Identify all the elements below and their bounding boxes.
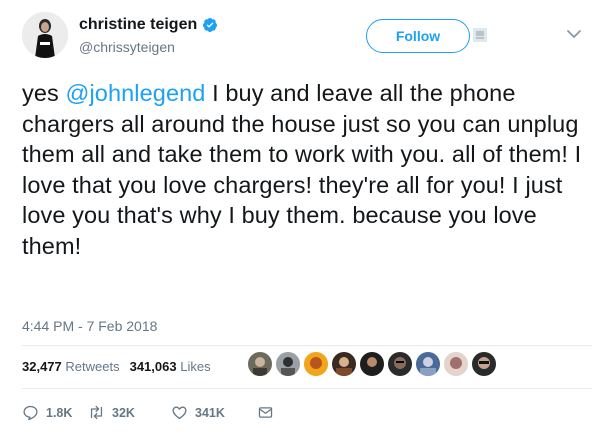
avatar[interactable] bbox=[22, 12, 68, 58]
liker-avatar[interactable] bbox=[444, 352, 468, 376]
liker-avatar[interactable] bbox=[360, 352, 384, 376]
liker-avatars bbox=[248, 352, 496, 376]
liker-avatar[interactable] bbox=[472, 352, 496, 376]
follow-button[interactable]: Follow bbox=[366, 19, 470, 53]
liker-avatar[interactable] bbox=[388, 352, 412, 376]
likes-label: Likes bbox=[180, 359, 211, 374]
handle[interactable]: @chrissyteigen bbox=[79, 39, 175, 55]
tweet-text-rest: I buy and leave all the phone chargers a… bbox=[22, 80, 582, 259]
verified-badge-icon bbox=[203, 18, 218, 32]
divider-bottom bbox=[22, 388, 592, 389]
liker-avatar[interactable] bbox=[248, 352, 272, 376]
retweets-label: Retweets bbox=[65, 359, 120, 374]
likes-count: 341,063 bbox=[129, 359, 177, 374]
tweet-stats: 32,477 Retweets 341,063 Likes bbox=[22, 359, 211, 374]
user-dropdown-icon[interactable] bbox=[472, 27, 488, 43]
like-button[interactable]: 341K bbox=[171, 404, 257, 421]
reply-button[interactable]: 1.8K bbox=[22, 404, 88, 421]
timestamp[interactable]: 4:44 PM - 7 Feb 2018 bbox=[22, 318, 157, 334]
divider-top bbox=[22, 345, 592, 346]
liker-avatar[interactable] bbox=[304, 352, 328, 376]
liker-avatar[interactable] bbox=[416, 352, 440, 376]
like-count: 341K bbox=[195, 405, 225, 420]
retweets-count: 32,477 bbox=[22, 359, 62, 374]
reply-count: 1.8K bbox=[46, 405, 73, 420]
action-bar: 1.8K 32K 341K bbox=[22, 404, 274, 421]
likes-stat[interactable]: 341,063 Likes bbox=[130, 359, 211, 374]
display-name[interactable]: christine teigen bbox=[79, 16, 218, 34]
envelope-icon bbox=[258, 407, 273, 418]
chevron-down-icon[interactable] bbox=[566, 28, 582, 40]
heart-icon bbox=[172, 406, 187, 420]
tweet-card: christine teigen @chrissyteigen Follow y… bbox=[0, 0, 614, 442]
retweets-stat[interactable]: 32,477 Retweets bbox=[22, 359, 120, 374]
reply-icon bbox=[23, 405, 38, 421]
tweet-text: yes @johnlegend I buy and leave all the … bbox=[22, 78, 592, 261]
retweet-icon bbox=[90, 405, 103, 420]
retweet-count: 32K bbox=[112, 405, 135, 420]
liker-avatar[interactable] bbox=[332, 352, 356, 376]
direct-message-button[interactable] bbox=[257, 404, 274, 421]
liker-avatar[interactable] bbox=[276, 352, 300, 376]
display-name-text[interactable]: christine teigen bbox=[79, 16, 197, 34]
retweet-button[interactable]: 32K bbox=[88, 404, 171, 421]
tweet-text-start: yes bbox=[22, 80, 66, 106]
mention-link[interactable]: @johnlegend bbox=[66, 80, 206, 106]
